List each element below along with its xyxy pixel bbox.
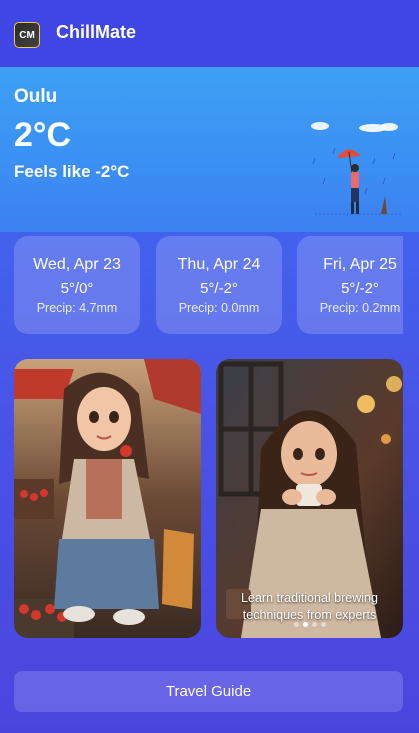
forecast-precip: Precip: 4.7mm <box>36 301 118 315</box>
forecast-date: Thu, Apr 24 <box>177 256 261 273</box>
gallery-card-market[interactable] <box>14 359 201 638</box>
market-girl-image <box>14 359 201 638</box>
app-header: CM ChillMate <box>0 0 419 67</box>
app-title: ChillMate <box>56 22 137 42</box>
forecast-date: Wed, Apr 23 <box>33 256 121 273</box>
feels-like-text: Feels like -2°C <box>14 162 130 181</box>
gallery-pager <box>216 612 403 631</box>
forecast-card[interactable]: Wed, Apr 23 5°/0° Precip: 4.7mm <box>14 236 140 334</box>
forecast-card[interactable]: Fri, Apr 25 5°/-2° Precip: 0.2mm <box>297 236 403 334</box>
forecast-temps: 5°/0° <box>60 280 94 297</box>
forecast-temps: 5°/-2° <box>341 280 379 297</box>
gallery-card-cafe[interactable]: Learn traditional brewing techniques fro… <box>216 359 403 638</box>
pager-dot[interactable] <box>293 622 299 627</box>
app-logo-icon: CM <box>14 22 40 48</box>
rain-umbrella-illustration-icon <box>311 122 401 215</box>
city-name: Oulu <box>14 86 58 107</box>
forecast-list[interactable]: Wed, Apr 23 5°/0° Precip: 4.7mm Thu, Apr… <box>14 236 403 334</box>
forecast-precip: Precip: 0.2mm <box>319 301 401 315</box>
pager-dot[interactable] <box>311 622 317 627</box>
travel-guide-button[interactable]: Travel Guide <box>14 671 403 712</box>
forecast-precip: Precip: 0.0mm <box>178 301 260 315</box>
forecast-date: Fri, Apr 25 <box>323 256 397 273</box>
pager-dot[interactable] <box>302 622 308 627</box>
forecast-card[interactable]: Thu, Apr 24 5°/-2° Precip: 0.0mm <box>156 236 282 334</box>
forecast-temps: 5°/-2° <box>200 280 238 297</box>
pager-dot[interactable] <box>320 622 326 627</box>
current-temperature: 2°C <box>14 116 72 154</box>
